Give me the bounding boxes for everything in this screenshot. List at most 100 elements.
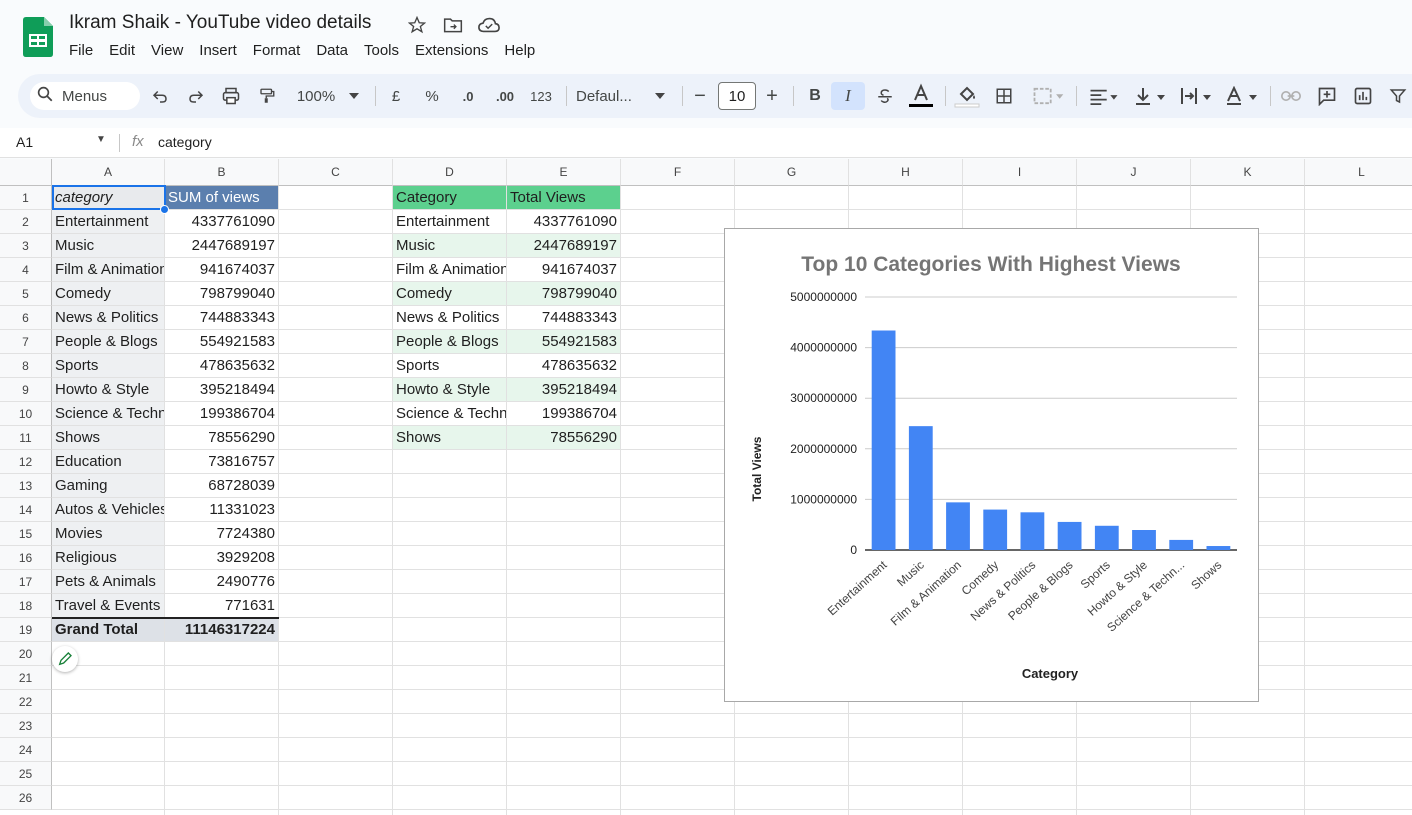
edit-pencil-icon[interactable]	[52, 646, 78, 672]
pivot-value-cell[interactable]: 478635632	[165, 354, 278, 377]
row-header-22[interactable]: 22	[0, 690, 52, 714]
pivot-category-cell[interactable]: Film & Animation	[52, 258, 164, 281]
column-header-c[interactable]: C	[279, 159, 393, 186]
percent-format-button[interactable]: %	[422, 82, 442, 110]
row-header-17[interactable]: 17	[0, 570, 52, 594]
pivot-category-cell[interactable]: Education	[52, 450, 164, 473]
row-header-13[interactable]: 13	[0, 474, 52, 498]
pivot-value-cell[interactable]: 4337761090	[165, 210, 278, 233]
pivot-category-cell[interactable]: Entertainment	[52, 210, 164, 233]
top10-value-cell[interactable]: 395218494	[507, 378, 620, 401]
select-all-corner[interactable]	[0, 159, 52, 186]
row-header-9[interactable]: 9	[0, 378, 52, 402]
top10-category-cell[interactable]: Science & Technology	[393, 402, 506, 425]
top10-value-cell[interactable]: 798799040	[507, 282, 620, 305]
row-header-23[interactable]: 23	[0, 714, 52, 738]
pivot-value-cell[interactable]: 3929208	[165, 546, 278, 569]
column-header-e[interactable]: E	[507, 159, 621, 186]
top10-value-cell[interactable]: 2447689197	[507, 234, 620, 257]
vertical-align-icon[interactable]	[1130, 82, 1170, 110]
insert-comment-icon[interactable]	[1314, 82, 1340, 110]
undo-icon[interactable]	[148, 82, 172, 110]
pivot-category-cell[interactable]: Travel & Events	[52, 594, 164, 617]
currency-format-button[interactable]: £	[386, 82, 406, 110]
row-header-7[interactable]: 7	[0, 330, 52, 354]
menu-file[interactable]: File	[69, 42, 101, 59]
top10-category-cell[interactable]: People & Blogs	[393, 330, 506, 353]
pivot-value-cell[interactable]: 941674037	[165, 258, 278, 281]
pivot-category-cell[interactable]: Autos & Vehicles	[52, 498, 164, 521]
column-header-k[interactable]: K	[1191, 159, 1305, 186]
star-icon[interactable]	[405, 14, 429, 36]
top10-category-cell[interactable]: Film & Animation	[393, 258, 506, 281]
font-size-input[interactable]: 10	[718, 82, 756, 110]
column-header-g[interactable]: G	[735, 159, 849, 186]
text-rotation-icon[interactable]	[1222, 82, 1262, 110]
row-header-1[interactable]: 1	[0, 186, 52, 210]
row-header-14[interactable]: 14	[0, 498, 52, 522]
pivot-value-cell[interactable]: 7724380	[165, 522, 278, 545]
pivot-category-cell[interactable]: People & Blogs	[52, 330, 164, 353]
column-header-d[interactable]: D	[393, 159, 507, 186]
font-chevron-down-icon[interactable]	[650, 82, 670, 110]
strikethrough-icon[interactable]	[871, 82, 899, 110]
row-header-21[interactable]: 21	[0, 666, 52, 690]
column-header-a[interactable]: A	[52, 159, 165, 186]
pivot-value-cell[interactable]: 68728039	[165, 474, 278, 497]
increase-font-size-button[interactable]: +	[762, 82, 782, 110]
row-header-5[interactable]: 5	[0, 282, 52, 306]
grand-total-value[interactable]: 11146317224	[165, 618, 278, 641]
top10-category-cell[interactable]: News & Politics	[393, 306, 506, 329]
pivot-value-cell[interactable]: 798799040	[165, 282, 278, 305]
increase-decimal-button[interactable]: .00	[490, 82, 520, 110]
pivot-value-cell[interactable]: 554921583	[165, 330, 278, 353]
top10-category-cell[interactable]: Howto & Style	[393, 378, 506, 401]
menu-edit[interactable]: Edit	[109, 42, 143, 59]
column-header-l[interactable]: L	[1305, 159, 1412, 186]
top10-value-cell[interactable]: 554921583	[507, 330, 620, 353]
pivot-category-cell[interactable]: Comedy	[52, 282, 164, 305]
menu-view[interactable]: View	[151, 42, 191, 59]
menu-data[interactable]: Data	[316, 42, 356, 59]
menu-help[interactable]: Help	[504, 42, 543, 59]
row-header-16[interactable]: 16	[0, 546, 52, 570]
top10-category-cell[interactable]: Entertainment	[393, 210, 506, 233]
cloud-saved-icon[interactable]	[477, 14, 501, 36]
top10-header-views[interactable]: Total Views	[507, 186, 620, 209]
row-header-12[interactable]: 12	[0, 450, 52, 474]
insert-chart-icon[interactable]	[1350, 82, 1376, 110]
zoom-chevron-down-icon[interactable]	[344, 82, 364, 110]
column-header-i[interactable]: I	[963, 159, 1077, 186]
decrease-decimal-button[interactable]: .0	[454, 82, 482, 110]
print-icon[interactable]	[218, 82, 244, 110]
top10-value-cell[interactable]: 199386704	[507, 402, 620, 425]
pivot-value-cell[interactable]: 199386704	[165, 402, 278, 425]
row-header-18[interactable]: 18	[0, 594, 52, 618]
number-format-button[interactable]: 123	[526, 82, 556, 110]
redo-icon[interactable]	[184, 82, 208, 110]
menu-format[interactable]: Format	[253, 42, 309, 59]
pivot-header-sum[interactable]: SUM of views	[165, 186, 278, 209]
text-color-icon[interactable]	[906, 82, 936, 110]
name-box[interactable]: A1	[16, 134, 33, 150]
zoom-select[interactable]: 100%	[290, 82, 342, 110]
italic-button[interactable]: I	[831, 82, 865, 110]
pivot-value-cell[interactable]: 73816757	[165, 450, 278, 473]
pivot-value-cell[interactable]: 2447689197	[165, 234, 278, 257]
column-header-h[interactable]: H	[849, 159, 963, 186]
top10-category-cell[interactable]: Comedy	[393, 282, 506, 305]
row-header-4[interactable]: 4	[0, 258, 52, 282]
insert-link-icon[interactable]	[1278, 82, 1304, 110]
pivot-category-cell[interactable]: Shows	[52, 426, 164, 449]
menu-tools[interactable]: Tools	[364, 42, 407, 59]
menu-extensions[interactable]: Extensions	[415, 42, 496, 59]
row-header-24[interactable]: 24	[0, 738, 52, 762]
row-header-15[interactable]: 15	[0, 522, 52, 546]
pivot-category-cell[interactable]: Pets & Animals	[52, 570, 164, 593]
decrease-font-size-button[interactable]: −	[690, 82, 710, 110]
pivot-header-category[interactable]: category	[52, 186, 164, 209]
row-header-25[interactable]: 25	[0, 762, 52, 786]
row-header-20[interactable]: 20	[0, 642, 52, 666]
pivot-value-cell[interactable]: 771631	[165, 594, 278, 617]
merge-cells-icon[interactable]	[1028, 82, 1068, 110]
